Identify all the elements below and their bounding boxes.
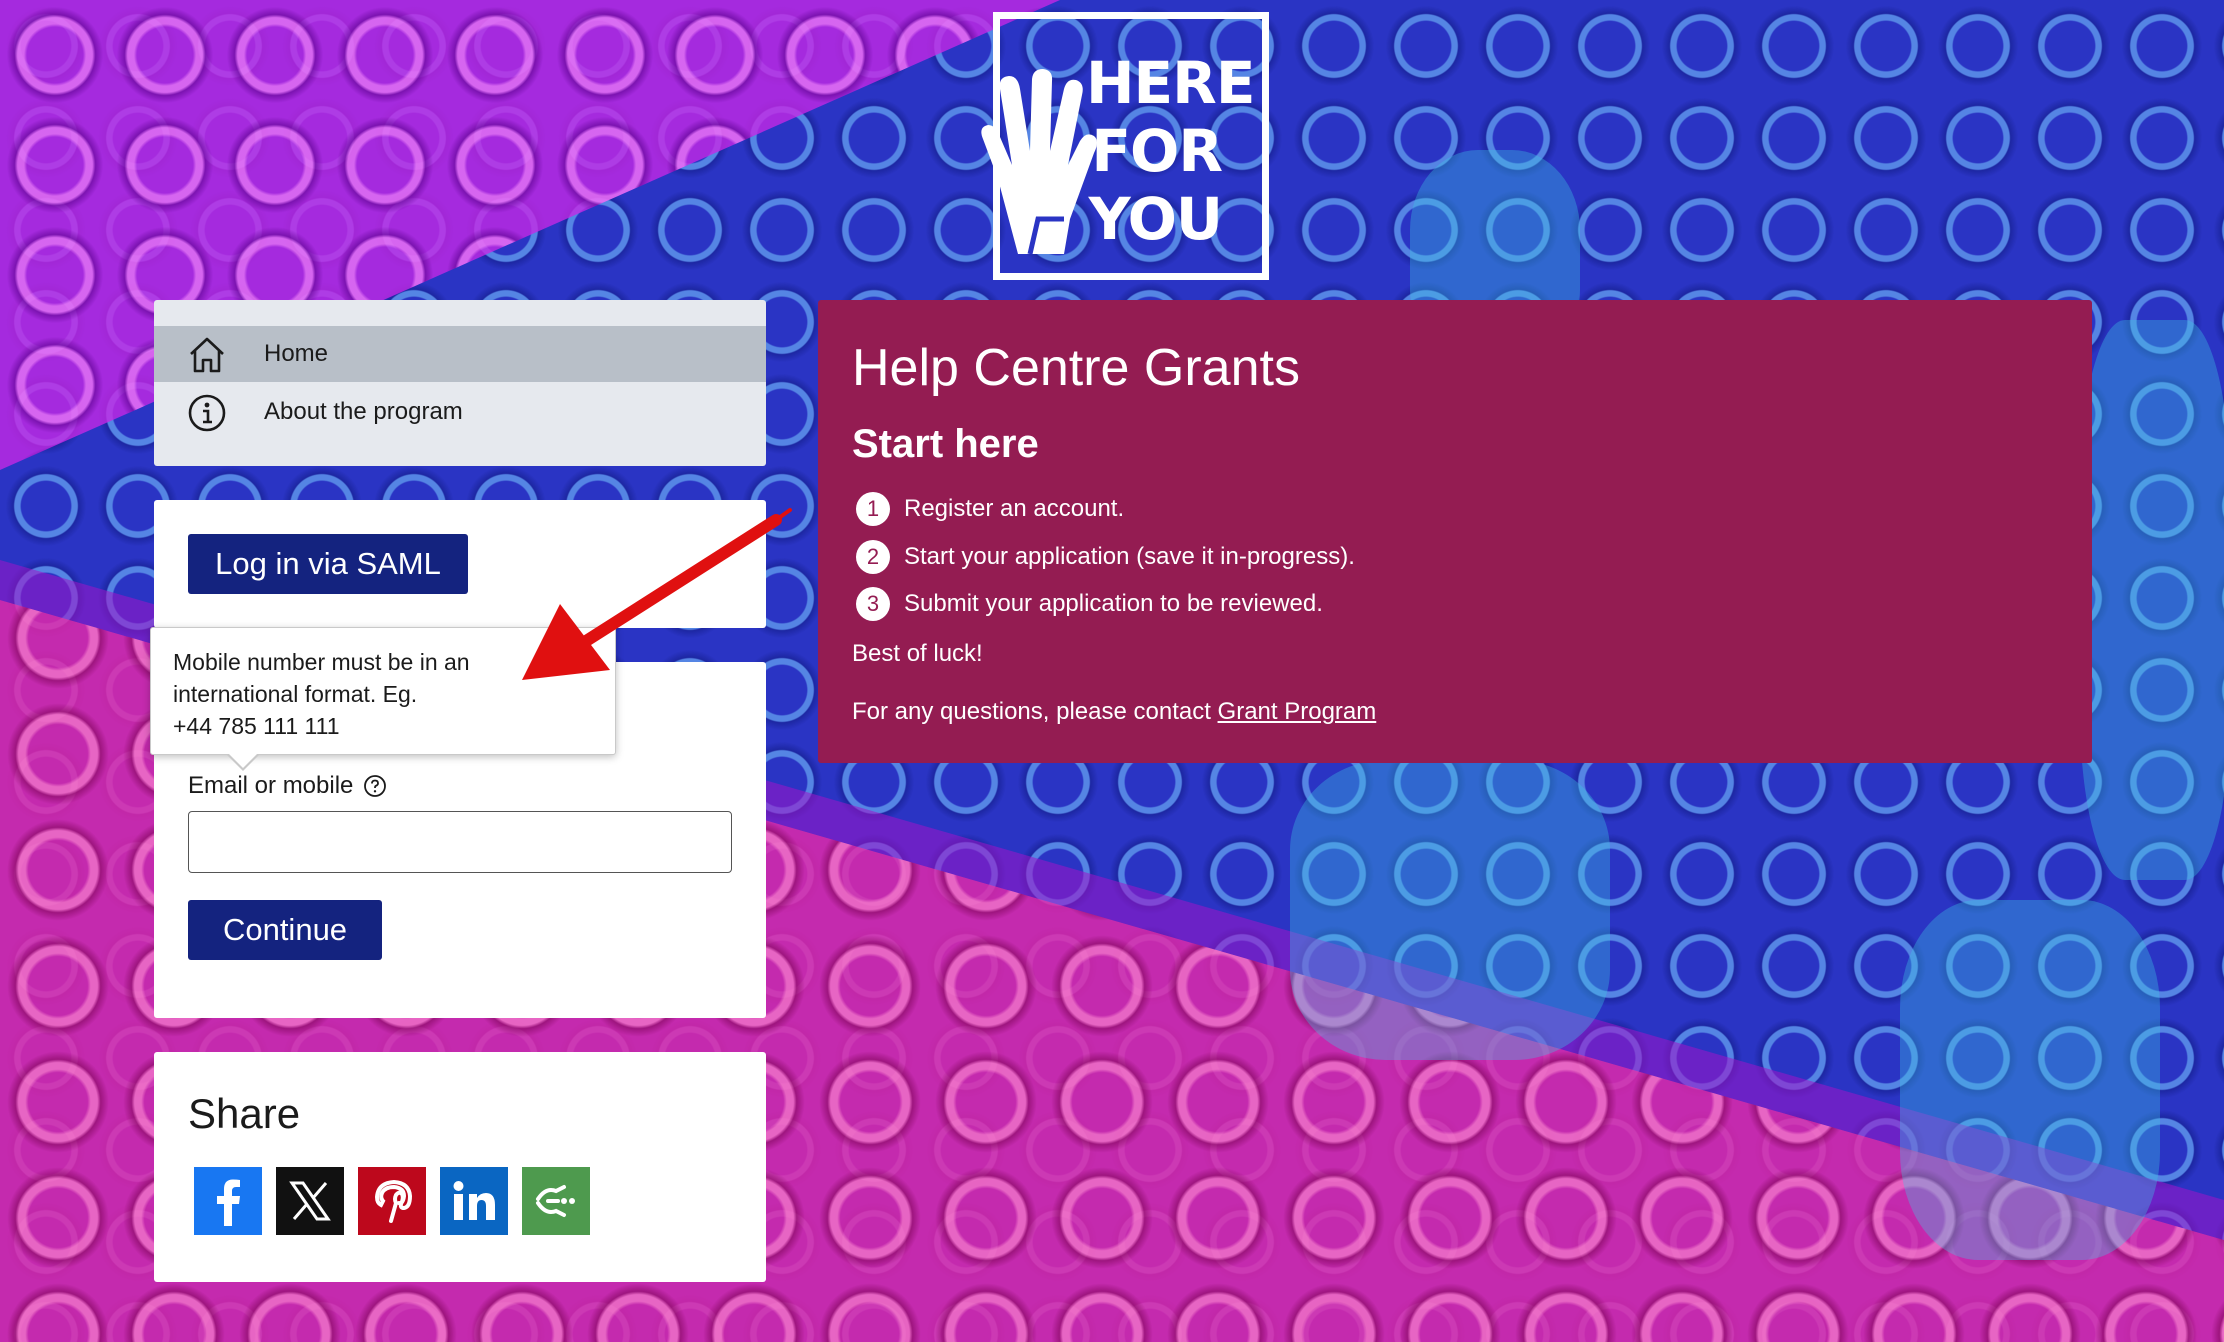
nav-item-about[interactable]: About the program (154, 384, 766, 440)
logo-line-here: HERE (1086, 49, 1255, 117)
step-number-badge: 2 (856, 540, 890, 574)
share-panel: Share (154, 1052, 766, 1282)
nav-item-about-label: About the program (264, 398, 463, 425)
step-number-badge: 1 (856, 492, 890, 526)
question-circle-icon[interactable] (363, 774, 387, 798)
step-item: 1 Register an account. (856, 492, 1124, 526)
saml-login-panel: Log in via SAML (154, 500, 766, 628)
nav-item-home[interactable]: Home (154, 326, 766, 382)
grants-info-card: Help Centre Grants Start here 1 Register… (818, 300, 2092, 763)
email-or-mobile-input[interactable] (188, 811, 732, 873)
mobile-format-tooltip: Mobile number must be in an internationa… (150, 627, 616, 755)
saml-login-button[interactable]: Log in via SAML (188, 534, 468, 594)
step-item: 3 Submit your application to be reviewed… (856, 587, 1323, 621)
start-here-heading: Start here (852, 422, 1039, 466)
grant-program-link[interactable]: Grant Program (1218, 698, 1377, 725)
x-icon (289, 1181, 331, 1221)
page-title: Help Centre Grants (852, 339, 1300, 397)
info-icon (188, 394, 226, 432)
pinterest-icon (374, 1179, 413, 1223)
step-text: Start your application (save it in-progr… (904, 543, 1355, 570)
background-person-right (2080, 320, 2224, 880)
more-share-button[interactable] (522, 1167, 590, 1235)
facebook-icon (217, 1179, 240, 1226)
background-person-legs (1290, 760, 1610, 1060)
contact-prefix: For any questions, please contact (852, 698, 1218, 725)
step-text: Register an account. (904, 495, 1125, 522)
home-icon (190, 337, 224, 373)
tooltip-line: +44 785 111 111 (173, 713, 340, 739)
step-number-badge: 3 (856, 587, 890, 621)
nav-panel: Home About the program (154, 300, 766, 466)
best-of-luck-text: Best of luck! (852, 640, 983, 667)
pinterest-share-button[interactable] (358, 1167, 426, 1235)
share-title: Share (188, 1090, 301, 1137)
tooltip-line: Mobile number must be in an (173, 649, 470, 675)
step-text: Submit your application to be reviewed. (904, 590, 1323, 617)
background-person-leg-right (1900, 900, 2160, 1260)
step-item: 2 Start your application (save it in-pro… (856, 540, 1355, 574)
nav-item-home-label: Home (264, 340, 329, 367)
logo-line-you: YOU (1088, 185, 1223, 253)
contact-text: For any questions, please contact Grant … (852, 698, 1376, 726)
continue-button[interactable]: Continue (188, 900, 382, 960)
facebook-share-button[interactable] (194, 1167, 262, 1235)
email-or-mobile-label-text: Email or mobile (188, 772, 354, 799)
hand-logo-icon (981, 69, 1097, 255)
x-share-button[interactable] (276, 1167, 344, 1235)
logo-text: HERE FOR YOU (1086, 49, 1255, 253)
logo-line-for: FOR (1091, 117, 1223, 185)
linkedin-icon (453, 1181, 495, 1220)
more-options-icon (536, 1185, 575, 1217)
email-or-mobile-label: Email or mobile (188, 772, 387, 800)
tooltip-tail-inner (229, 754, 257, 768)
tooltip-line: international format. Eg. (173, 681, 418, 707)
linkedin-share-button[interactable] (440, 1167, 508, 1235)
here-for-you-logo[interactable]: HERE FOR YOU (981, 12, 1269, 280)
